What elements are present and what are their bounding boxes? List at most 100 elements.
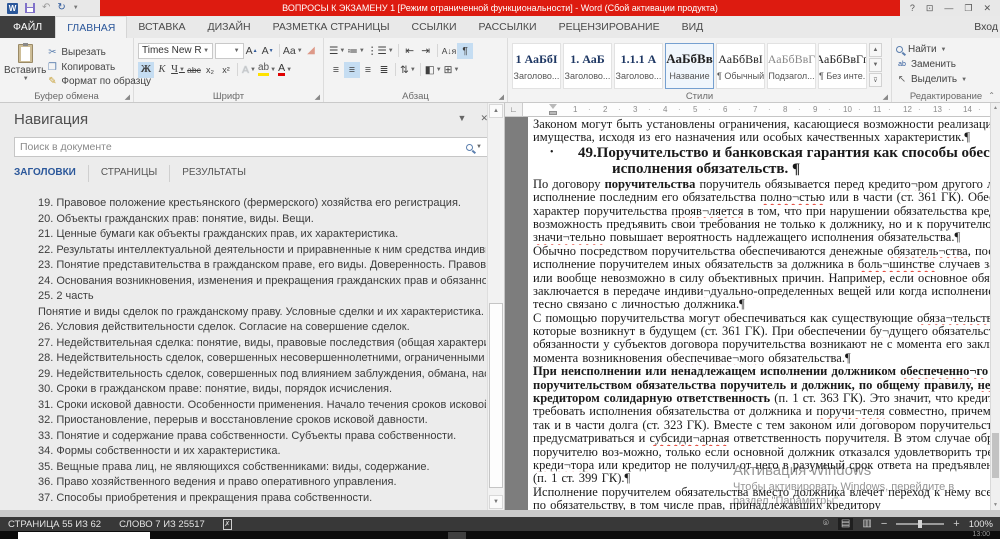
zoom-slider-thumb[interactable]: [918, 520, 922, 528]
undo-icon[interactable]: ↶: [42, 3, 50, 13]
nav-heading-item[interactable]: 37. Способы приобретения и прекращения п…: [0, 491, 486, 507]
tab-дизайн[interactable]: ДИЗАЙН: [196, 16, 261, 38]
nav-heading-item[interactable]: 31. Сроки исковой давности. Особенности …: [0, 398, 486, 414]
find-button[interactable]: Найти▼: [896, 42, 996, 57]
paste-button[interactable]: Вставить ▼: [4, 42, 46, 89]
nav-heading-item[interactable]: 28. Недействительность сделок, совершенн…: [0, 351, 486, 367]
justify-button[interactable]: ≣: [376, 62, 392, 78]
nav-heading-item[interactable]: 21. Ценные бумаги как объекты граждански…: [0, 227, 486, 243]
nav-heading-item[interactable]: 25. 2 часть: [0, 289, 486, 305]
nav-heading-item[interactable]: 32. Приостановление, перерыв и восстанов…: [0, 413, 486, 429]
save-icon[interactable]: [25, 3, 35, 13]
style--Обычный[interactable]: АаБбВвІ¶ Обычный: [716, 43, 765, 89]
nav-heading-item[interactable]: 29. Недействительность сделок, совершенн…: [0, 367, 486, 383]
doc-scroll-down-icon[interactable]: ▼: [991, 500, 1000, 510]
page-indicator[interactable]: СТРАНИЦА 55 ИЗ 62: [8, 519, 101, 530]
qat-customize-icon[interactable]: ▼: [73, 5, 79, 11]
ribbon-options-button[interactable]: ⊡: [926, 3, 934, 14]
bold-button[interactable]: Ж: [138, 62, 154, 78]
shrink-font-button[interactable]: А▼: [260, 43, 276, 59]
superscript-button[interactable]: x²: [218, 62, 234, 78]
web-layout-button[interactable]: ▥: [862, 518, 871, 530]
document-search-input[interactable]: Поиск в документе ▼: [14, 137, 488, 157]
style-Заголово-[interactable]: 1. АаБЗаголово...: [563, 43, 612, 89]
nav-heading-item[interactable]: 23. Понятие представительства в гражданс…: [0, 258, 486, 274]
nav-heading-item[interactable]: Понятие и виды сделок по гражданскому пр…: [0, 305, 486, 321]
nav-heading-item[interactable]: 33. Понятие и содержание права собственн…: [0, 429, 486, 445]
read-mode-button[interactable]: ⌾: [823, 518, 829, 530]
left-indent-marker[interactable]: [549, 111, 557, 115]
nav-tab-заголовки[interactable]: ЗАГОЛОВКИ: [14, 165, 89, 182]
document-scrollbar[interactable]: ▲ ▼: [990, 103, 1000, 510]
nav-tab-страницы[interactable]: СТРАНИЦЫ: [101, 165, 170, 182]
search-icon[interactable]: [466, 144, 473, 151]
collapse-ribbon-icon[interactable]: ⌃: [988, 91, 995, 100]
subscript-button[interactable]: x₂: [202, 62, 218, 78]
nav-scroll-up-icon[interactable]: ▲: [489, 104, 503, 118]
font-dialog-launcher[interactable]: ◢: [315, 93, 320, 101]
nav-heading-item[interactable]: 20. Объекты гражданских прав: понятие, в…: [0, 212, 486, 228]
tab-главная[interactable]: ГЛАВНАЯ: [55, 16, 127, 38]
navigation-options-icon[interactable]: ▼: [458, 113, 467, 124]
clipboard-dialog-launcher[interactable]: ◢: [125, 93, 130, 101]
shading-button[interactable]: ◧▼: [424, 62, 443, 78]
replace-button[interactable]: ab Заменить: [896, 57, 996, 72]
tab-selector[interactable]: ∟: [505, 103, 523, 117]
increase-indent-button[interactable]: ⇥: [418, 43, 434, 59]
sign-in-link[interactable]: Вход: [964, 16, 1000, 38]
clear-formatting-button[interactable]: ◢: [303, 43, 319, 59]
italic-button[interactable]: К: [154, 62, 170, 78]
borders-button[interactable]: ⊞▼: [443, 62, 461, 78]
zoom-slider[interactable]: [896, 523, 944, 525]
horizontal-scroll-strip[interactable]: [0, 510, 1000, 517]
minimize-button[interactable]: —: [944, 3, 953, 13]
nav-scroll-down-icon[interactable]: ▼: [489, 495, 503, 509]
nav-heading-item[interactable]: 36. Право хозяйственного ведения и право…: [0, 475, 486, 491]
tab-разметка-страницы[interactable]: РАЗМЕТКА СТРАНИЦЫ: [262, 16, 401, 38]
nav-heading-item[interactable]: 34. Формы собственности и их характерист…: [0, 444, 486, 460]
tab-вид[interactable]: ВИД: [671, 16, 715, 38]
change-case-button[interactable]: Aa▼: [283, 43, 303, 59]
nav-heading-item[interactable]: 22. Результаты интеллектуальной деятельн…: [0, 243, 486, 259]
font-color-button[interactable]: А▼: [277, 62, 293, 78]
highlight-color-button[interactable]: ab▼: [257, 62, 277, 78]
styles-scroll-down-button[interactable]: ▼: [869, 58, 882, 72]
print-layout-button[interactable]: ▤: [838, 518, 853, 530]
search-dropdown-icon[interactable]: ▼: [476, 144, 482, 150]
nav-tab-результаты[interactable]: РЕЗУЛЬТАТЫ: [182, 165, 258, 182]
nav-heading-item[interactable]: 24. Основания возникновения, изменения и…: [0, 274, 486, 290]
word-count-indicator[interactable]: СЛОВО 7 ИЗ 25517: [119, 519, 205, 530]
close-button[interactable]: ✕: [983, 3, 991, 14]
show-formatting-marks-button[interactable]: ¶: [457, 43, 473, 59]
style-Заголово-[interactable]: 1 АаБбІЗаголово...: [512, 43, 561, 89]
align-left-button[interactable]: ≡: [328, 62, 344, 78]
nav-heading-item[interactable]: 30. Сроки в гражданском праве: понятие, …: [0, 382, 486, 398]
doc-scroll-thumb[interactable]: [992, 433, 999, 478]
tab-рецензирование[interactable]: РЕЦЕНЗИРОВАНИЕ: [548, 16, 671, 38]
style--Без-инте-[interactable]: АаБбВвГг,¶ Без инте...: [818, 43, 867, 89]
navigation-scrollbar[interactable]: ▲ ▼: [487, 103, 504, 510]
nav-heading-item[interactable]: 27. Недействительная сделка: понятие, ви…: [0, 336, 486, 352]
zoom-out-button[interactable]: −: [881, 518, 887, 530]
tab-рассылки[interactable]: РАССЫЛКИ: [468, 16, 548, 38]
bullets-button[interactable]: ☰▼: [328, 43, 346, 59]
tab-ссылки[interactable]: ССЫЛКИ: [400, 16, 467, 38]
styles-dialog-launcher[interactable]: ◢: [883, 93, 888, 101]
decrease-indent-button[interactable]: ⇤: [402, 43, 418, 59]
taskbar-search-box[interactable]: [18, 532, 150, 539]
align-center-button[interactable]: ≡: [344, 62, 360, 78]
tab-файл[interactable]: ФАЙЛ: [0, 16, 55, 38]
proofing-errors-icon[interactable]: ✗: [223, 519, 232, 530]
help-button[interactable]: ?: [910, 3, 915, 13]
nav-heading-item[interactable]: 35. Вещные права лиц, не являющихся собс…: [0, 460, 486, 476]
sort-button[interactable]: А↓я: [441, 43, 458, 59]
nav-scroll-thumb[interactable]: [489, 303, 503, 488]
first-line-indent-marker[interactable]: [549, 104, 557, 109]
doc-scroll-up-icon[interactable]: ▲: [991, 103, 1000, 113]
nav-heading-item[interactable]: 19. Правовое положение крестьянского (фе…: [0, 196, 486, 212]
taskbar-app-icon[interactable]: [448, 532, 466, 539]
styles-more-button[interactable]: ⊽: [869, 73, 882, 87]
paragraph-dialog-launcher[interactable]: ◢: [499, 93, 504, 101]
style-Название[interactable]: АаБбВвНазвание: [665, 43, 714, 89]
redo-icon[interactable]: ↻: [57, 3, 65, 13]
